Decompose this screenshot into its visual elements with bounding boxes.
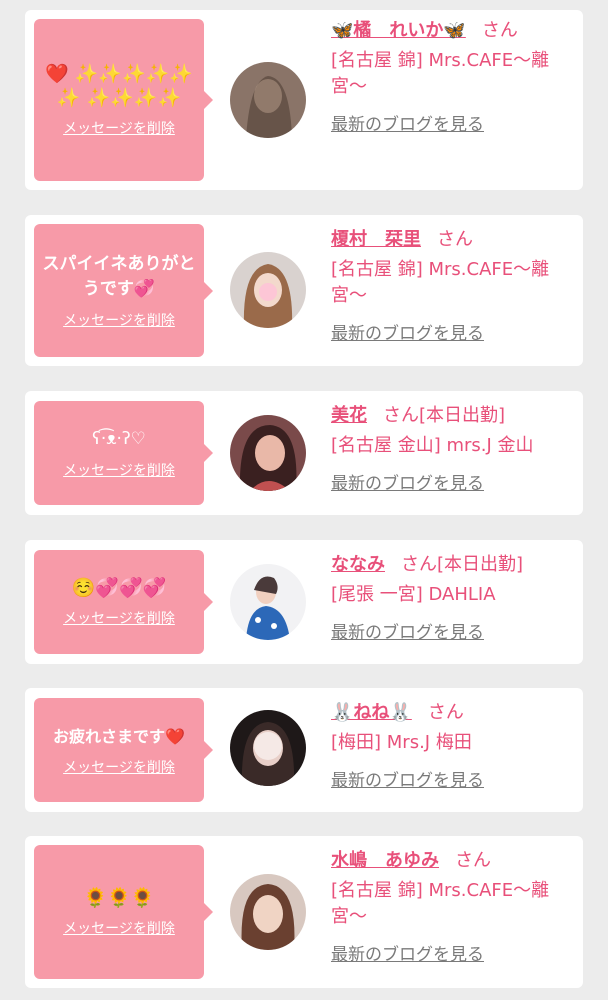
- delete-message-link[interactable]: メッセージを削除: [63, 608, 175, 628]
- message-bubble: ❤️ ✨✨✨✨✨✨ ✨✨✨✨ メッセージを削除: [34, 19, 213, 181]
- attendance-status: [本日出勤]: [437, 554, 524, 575]
- delete-message-link[interactable]: メッセージを削除: [63, 310, 175, 330]
- message-bubble: 🌻🌻🌻 メッセージを削除: [34, 845, 213, 979]
- honorific: さん: [455, 850, 491, 871]
- latest-blog-link[interactable]: 最新のブログを見る: [331, 469, 484, 494]
- shop-name: [名古屋 錦] Mrs.CAFE〜離宮〜: [331, 50, 550, 97]
- girl-name-link[interactable]: ななみ: [331, 554, 385, 575]
- avatar-photo-icon: [230, 252, 306, 328]
- message-bubble: ☺️💞💞💞 メッセージを削除: [34, 550, 213, 654]
- honorific: さん: [383, 405, 419, 426]
- shop-name: [名古屋 錦] Mrs.CAFE〜離宮〜: [331, 880, 550, 927]
- honorific: さん: [481, 20, 518, 41]
- girl-info: ななみ さん[本日出勤] [尾張 一宮] DAHLIA 最新のブログを見る: [331, 552, 577, 643]
- message-bubble: ʕ·͡ᴥ·ʔ♡ メッセージを削除: [34, 401, 213, 505]
- girl-info: 水嶋 あゆみ さん [名古屋 錦] Mrs.CAFE〜離宮〜 最新のブログを見る: [331, 848, 577, 965]
- girl-name-link[interactable]: 水嶋 あゆみ: [331, 850, 439, 871]
- latest-blog-link[interactable]: 最新のブログを見る: [331, 618, 484, 643]
- delete-message-link[interactable]: メッセージを削除: [63, 460, 175, 480]
- delete-message-link[interactable]: メッセージを削除: [63, 918, 175, 938]
- avatar-photo-icon: [230, 564, 306, 640]
- avatar-photo-icon: [230, 415, 306, 491]
- girl-info: 榎村 栞里 さん [名古屋 錦] Mrs.CAFE〜離宮〜 最新のブログを見る: [331, 227, 577, 344]
- message-text: スパイイネありがとうです💞: [42, 253, 196, 299]
- avatar[interactable]: [230, 62, 306, 138]
- honorific: さん: [401, 554, 437, 575]
- shop-name: [名古屋 錦] Mrs.CAFE〜離宮〜: [331, 259, 550, 306]
- shop-name: [名古屋 金山] mrs.J 金山: [331, 435, 534, 456]
- latest-blog-link[interactable]: 最新のブログを見る: [331, 110, 484, 135]
- avatar-photo-icon: [230, 62, 306, 138]
- girl-name-link[interactable]: 🦋橘 れいか🦋: [331, 20, 466, 41]
- honorific: さん: [437, 229, 473, 250]
- avatar[interactable]: [230, 415, 306, 491]
- avatar[interactable]: [230, 252, 306, 328]
- girl-info: 🐰ねね🐰 さん [梅田] Mrs.J 梅田 最新のブログを見る: [331, 700, 577, 791]
- girl-name-link[interactable]: 美花: [331, 405, 367, 426]
- avatar[interactable]: [230, 564, 306, 640]
- message-card: 🌻🌻🌻 メッセージを削除 水嶋 あゆみ さん [名古屋 錦] Mrs.CAFE〜離…: [25, 836, 583, 988]
- shop-name: [尾張 一宮] DAHLIA: [331, 584, 496, 605]
- message-text: 🌻🌻🌻: [83, 887, 155, 909]
- message-text: ❤️ ✨✨✨✨✨✨ ✨✨✨✨: [45, 63, 193, 109]
- message-text: ʕ·͡ᴥ·ʔ♡: [92, 428, 146, 449]
- latest-blog-link[interactable]: 最新のブログを見る: [331, 319, 484, 344]
- message-bubble: お疲れさまです❤️ メッセージを削除: [34, 698, 213, 802]
- message-card: スパイイネありがとうです💞 メッセージを削除 榎村 栞里 さん [名古屋 錦] M…: [25, 215, 583, 366]
- latest-blog-link[interactable]: 最新のブログを見る: [331, 940, 484, 965]
- message-text: お疲れさまです❤️: [53, 726, 185, 746]
- girl-info: 🦋橘 れいか🦋 さん [名古屋 錦] Mrs.CAFE〜離宮〜 最新のブログを見る: [331, 18, 577, 135]
- avatar-photo-icon: [230, 874, 306, 950]
- latest-blog-link[interactable]: 最新のブログを見る: [331, 766, 484, 791]
- girl-info: 美花 さん[本日出勤] [名古屋 金山] mrs.J 金山 最新のブログを見る: [331, 403, 577, 494]
- girl-name-link[interactable]: 榎村 栞里: [331, 229, 421, 250]
- message-list: ❤️ ✨✨✨✨✨✨ ✨✨✨✨ メッセージを削除 🦋橘 れいか🦋 さん [名古屋 錦…: [0, 0, 608, 1000]
- avatar[interactable]: [230, 874, 306, 950]
- message-card: ʕ·͡ᴥ·ʔ♡ メッセージを削除 美花 さん[本日出勤] [名古屋 金山] mrs…: [25, 391, 583, 515]
- attendance-status: [本日出勤]: [419, 405, 506, 426]
- avatar-photo-icon: [230, 710, 306, 786]
- message-card: お疲れさまです❤️ メッセージを削除 🐰ねね🐰 さん [梅田] Mrs.J 梅田 …: [25, 688, 583, 812]
- honorific: さん: [427, 702, 464, 723]
- shop-name: [梅田] Mrs.J 梅田: [331, 732, 472, 753]
- message-card: ☺️💞💞💞 メッセージを削除 ななみ さん[本日出勤] [尾張 一宮] DAHLI…: [25, 540, 583, 664]
- avatar[interactable]: [230, 710, 306, 786]
- message-bubble: スパイイネありがとうです💞 メッセージを削除: [34, 224, 213, 357]
- delete-message-link[interactable]: メッセージを削除: [63, 757, 175, 777]
- delete-message-link[interactable]: メッセージを削除: [63, 118, 175, 138]
- message-text: ☺️💞💞💞: [71, 577, 167, 599]
- girl-name-link[interactable]: 🐰ねね🐰: [331, 702, 412, 723]
- message-card: ❤️ ✨✨✨✨✨✨ ✨✨✨✨ メッセージを削除 🦋橘 れいか🦋 さん [名古屋 錦…: [25, 10, 583, 190]
